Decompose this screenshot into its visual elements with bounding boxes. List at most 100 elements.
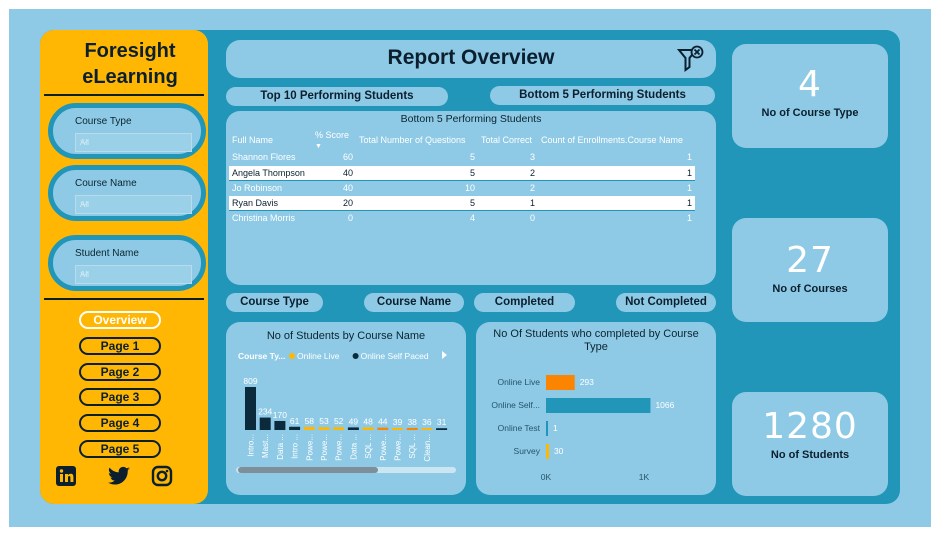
- cell: 5: [356, 150, 478, 166]
- slicer-student-name: Student Name All ⌵: [48, 235, 206, 291]
- bar: [259, 417, 271, 430]
- completed-by-type-chart: Online Live 293 Online Self... 1066 Online T…: [491, 375, 675, 482]
- x-tick-label: Powe...: [335, 434, 344, 461]
- data-label: 52: [334, 416, 344, 426]
- twitter-icon[interactable]: [107, 464, 131, 488]
- col-header[interactable]: Total Correct: [478, 130, 538, 150]
- nav-page-2[interactable]: Page 2: [79, 363, 161, 381]
- nav-page-3[interactable]: Page 3: [79, 388, 161, 406]
- legend-next-icon[interactable]: [442, 351, 447, 359]
- not-completed-button[interactable]: Not Completed: [616, 293, 716, 312]
- data-label: 234: [258, 407, 272, 417]
- cell: Jo Robinson: [229, 180, 312, 196]
- course-name-button[interactable]: Course Name: [364, 293, 464, 312]
- cell: 1: [538, 165, 695, 181]
- x-tick-label: Clean...: [423, 434, 432, 462]
- report-title-bar: Report Overview: [226, 40, 716, 78]
- x-tick-label: Data ...: [276, 434, 285, 460]
- x-tick-label: Intro ...: [291, 434, 300, 459]
- cell: Shannon Flores: [229, 150, 312, 166]
- scrollbar-thumb[interactable]: [238, 467, 378, 473]
- table-row[interactable]: Angela Thompson 40 5 2 1: [229, 165, 695, 181]
- cell: 10: [356, 180, 478, 196]
- col-header-sorted[interactable]: % Score ▼: [312, 130, 356, 150]
- kpi-courses: 27 No of Courses: [732, 218, 888, 322]
- bar: [318, 427, 330, 430]
- col-header[interactable]: Count of Enrollments.Course Name: [538, 130, 695, 150]
- x-tick-label: Powe...: [379, 434, 388, 461]
- table-row[interactable]: Ryan Davis 20 5 1 1: [229, 195, 695, 211]
- nav-page-5[interactable]: Page 5: [79, 440, 161, 458]
- cell: 2: [478, 180, 538, 196]
- student-name-dropdown[interactable]: All ⌵: [75, 265, 192, 284]
- bar: [362, 427, 374, 430]
- cell: 0: [312, 210, 356, 226]
- x-tick-label: Data ...: [349, 434, 358, 460]
- course-type-button[interactable]: Course Type: [226, 293, 323, 312]
- table-row[interactable]: Jo Robinson 40 10 2 1: [229, 180, 695, 196]
- bar: [421, 428, 433, 430]
- bar: [245, 387, 256, 430]
- nav-overview[interactable]: Overview: [79, 311, 161, 329]
- cell: 60: [312, 150, 356, 166]
- bar: [347, 427, 359, 430]
- linkedin-icon[interactable]: [54, 464, 78, 488]
- x-tick-label: SQL ...: [364, 434, 373, 459]
- kpi-students: 1280 No of Students: [732, 392, 888, 496]
- completed-button[interactable]: Completed: [474, 293, 575, 312]
- slicer-course-type: Course Type All ⌵: [48, 103, 206, 159]
- data-label: 48: [363, 416, 373, 426]
- chevron-down-icon: ⌵: [80, 267, 89, 279]
- bar: [546, 375, 575, 390]
- bar: [289, 426, 301, 430]
- kpi-label: No of Course Type: [761, 107, 859, 119]
- cell: 20: [312, 195, 356, 211]
- y-tick-label: Online Live: [497, 377, 540, 387]
- cell: Ryan Davis: [229, 195, 312, 211]
- data-label: 170: [273, 410, 287, 420]
- bar: [392, 427, 403, 430]
- data-label: 39: [393, 417, 403, 427]
- cell: 1: [538, 150, 695, 166]
- legend-title: Course Ty...: [238, 351, 285, 361]
- brand-line2: eLearning: [82, 66, 178, 88]
- col-header[interactable]: Full Name: [229, 130, 312, 150]
- brand-logo: Foresight eLearning: [44, 38, 216, 90]
- data-label: 30: [554, 446, 564, 456]
- slicer-label: Course Name: [75, 178, 137, 189]
- chevron-down-icon: ⌵: [80, 135, 89, 147]
- x-tick-label: Powe...: [320, 434, 329, 461]
- course-type-dropdown[interactable]: All ⌵: [75, 133, 192, 152]
- course-name-dropdown[interactable]: All ⌵: [75, 195, 192, 214]
- bar: [546, 421, 548, 436]
- sort-desc-icon: ▼: [315, 143, 322, 150]
- x-tick-label: Powe...: [305, 434, 314, 461]
- x-tick-label: Intro...: [247, 434, 256, 457]
- data-label: 61: [290, 416, 300, 426]
- table-row[interactable]: Christina Morris 0 4 0 1: [229, 210, 695, 226]
- x-tick-label: Powe...: [394, 434, 403, 461]
- students-table: Full Name % Score ▼ Total Number of Quest…: [229, 130, 695, 226]
- top-10-button[interactable]: Top 10 Performing Students: [226, 87, 448, 106]
- bar: [546, 444, 549, 459]
- nav-page-1[interactable]: Page 1: [79, 337, 161, 355]
- kpi-label: No of Students: [770, 449, 850, 461]
- cell: 5: [356, 165, 478, 181]
- x-tick-label: 0K: [541, 472, 552, 482]
- instagram-icon[interactable]: [150, 464, 174, 488]
- bar: [436, 428, 448, 430]
- legend-label: Online Live: [297, 351, 340, 361]
- kpi-label: No of Courses: [772, 283, 848, 295]
- data-label: 49: [349, 416, 359, 426]
- bottom-5-button[interactable]: Bottom 5 Performing Students: [490, 86, 715, 105]
- filter-clear-icon[interactable]: [676, 44, 706, 74]
- cell: 1: [478, 195, 538, 211]
- data-label: 38: [407, 417, 417, 427]
- col-header[interactable]: Total Number of Questions: [356, 130, 478, 150]
- cell: 1: [538, 195, 695, 211]
- x-tick-label: Mast...: [261, 434, 270, 458]
- data-label: 1066: [655, 400, 674, 410]
- table-row[interactable]: Shannon Flores 60 5 3 1: [229, 150, 695, 166]
- divider: [44, 298, 204, 300]
- nav-page-4[interactable]: Page 4: [79, 414, 161, 432]
